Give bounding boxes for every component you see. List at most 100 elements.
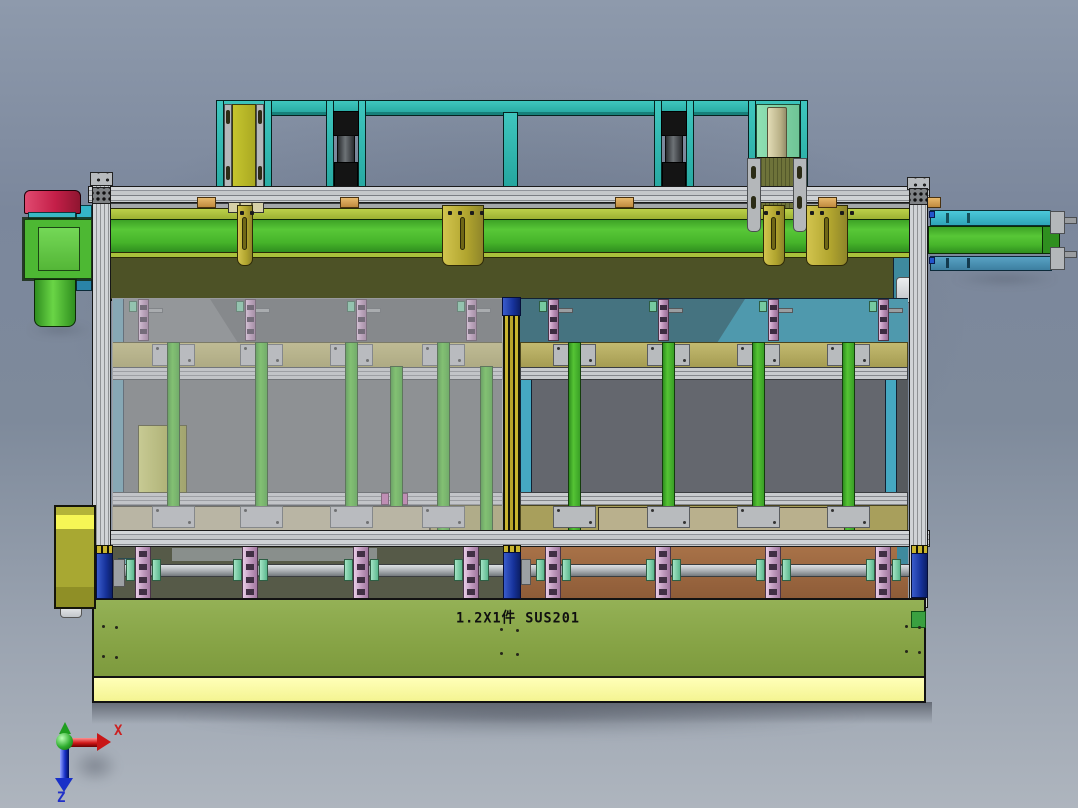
- plate-screw: [557, 347, 560, 350]
- bolt-head: [810, 211, 814, 215]
- plate-slot: [751, 166, 756, 179]
- extension-end-bracket: [1050, 247, 1065, 270]
- plate-pin-slot: [946, 258, 949, 268]
- bolt-hole: [918, 626, 921, 629]
- extension-pin: [1064, 251, 1077, 258]
- motor-cap: [24, 190, 81, 214]
- bolt-head: [240, 211, 244, 215]
- bolt-hole: [905, 650, 908, 653]
- sprocket-slot: [659, 551, 667, 557]
- bolt-head: [458, 211, 462, 215]
- bolt-hole: [102, 625, 105, 628]
- divider-bar: [568, 342, 581, 532]
- plate-pin-slot: [967, 213, 970, 223]
- z-axis-shaft[interactable]: [60, 746, 69, 779]
- tower-yellow-panel: [232, 104, 256, 192]
- center-divider-blue-top: [502, 297, 521, 316]
- extension-roller: [928, 226, 1060, 254]
- plate-screw: [589, 359, 592, 362]
- clamp-slot: [770, 329, 777, 334]
- x-axis-arrowhead[interactable]: [97, 733, 111, 751]
- sprocket-slot: [467, 564, 475, 570]
- bolt-hole: [500, 652, 503, 655]
- plate-screw: [773, 359, 776, 362]
- plate-screw: [773, 521, 776, 524]
- pneumatic-cylinder: [665, 135, 683, 164]
- bolt-head: [850, 211, 854, 215]
- sprocket-slot: [357, 577, 365, 583]
- bolt-head: [776, 211, 780, 215]
- clamp-slot: [770, 305, 777, 310]
- clamp-slot: [770, 317, 777, 322]
- extension-end-bracket: [1050, 211, 1065, 234]
- plate-screw: [683, 359, 686, 362]
- origin-sphere[interactable]: [56, 733, 73, 750]
- hanger-slot: [771, 217, 776, 250]
- sprocket-slot: [769, 551, 777, 557]
- bolt-head: [764, 211, 768, 215]
- shaft-hardware: [521, 559, 531, 585]
- clamp-block: [869, 301, 877, 312]
- shaft-collar: [152, 559, 161, 581]
- bolt-head: [250, 211, 254, 215]
- bolt-hole: [905, 625, 908, 628]
- bearing-block: [96, 553, 113, 599]
- machine-shadow-band: [92, 702, 932, 724]
- shaft-collar: [672, 559, 681, 581]
- bolt-hole: [102, 655, 105, 658]
- clamp-slot: [550, 329, 557, 334]
- plate-screw: [651, 347, 654, 350]
- shaft-collar: [480, 559, 489, 581]
- sprocket-slot: [549, 551, 557, 557]
- plate-screw: [741, 509, 744, 512]
- sprocket-slot: [549, 589, 557, 595]
- clamp-slot: [660, 305, 667, 310]
- mount-block: [340, 197, 359, 208]
- clamp-slot: [550, 317, 557, 322]
- x-axis-shaft[interactable]: [70, 738, 97, 747]
- mount-block: [818, 197, 837, 208]
- post-cap: [90, 172, 113, 186]
- hanger-slot: [824, 217, 829, 250]
- shaft-collar: [562, 559, 571, 581]
- sprocket-slot: [659, 589, 667, 595]
- sprocket-slot: [139, 577, 147, 583]
- rail-slot: [258, 110, 262, 124]
- side-yellow-box: [54, 505, 96, 609]
- frame-post-right: [909, 177, 928, 608]
- sprocket-slot: [357, 564, 365, 570]
- beam-bottom-strip: [78, 252, 928, 258]
- cylinder-bracket-bottom: [662, 162, 686, 188]
- sprocket-slot: [246, 551, 254, 557]
- gantry-center-post: [503, 112, 518, 192]
- hanger-slot: [242, 217, 247, 250]
- clamp-block: [759, 301, 767, 312]
- pneumatic-cylinder: [337, 135, 355, 164]
- cad-viewport[interactable]: 1.2X1件 SUS201 X Z: [0, 0, 1078, 808]
- sensor-bit: [929, 257, 935, 264]
- clamp-arm: [778, 308, 793, 313]
- shaft-collar: [536, 559, 545, 581]
- cylinder-bracket-bottom: [334, 162, 358, 188]
- sprocket-slot: [139, 551, 147, 557]
- sprocket-slot: [769, 589, 777, 595]
- shaft-collar: [370, 559, 379, 581]
- shaft-collar: [892, 559, 901, 581]
- sprocket-slot: [357, 551, 365, 557]
- plate-screw: [741, 347, 744, 350]
- clamp-slot: [550, 305, 557, 310]
- post-connector-block: [909, 188, 928, 205]
- shaft-collar: [344, 559, 353, 581]
- shaft-collar: [866, 559, 875, 581]
- shaft-collar: [646, 559, 655, 581]
- axis-triad: X Z: [44, 716, 164, 808]
- sprocket-slot: [467, 551, 475, 557]
- sprocket-slot: [769, 564, 777, 570]
- bolt-hole: [500, 628, 503, 631]
- mount-block: [197, 197, 216, 208]
- plate-slot: [751, 196, 756, 209]
- divider-bar: [842, 342, 855, 532]
- shaft-collar: [782, 559, 791, 581]
- material-note: 1.2X1件 SUS201: [456, 609, 581, 627]
- sprocket-slot: [659, 577, 667, 583]
